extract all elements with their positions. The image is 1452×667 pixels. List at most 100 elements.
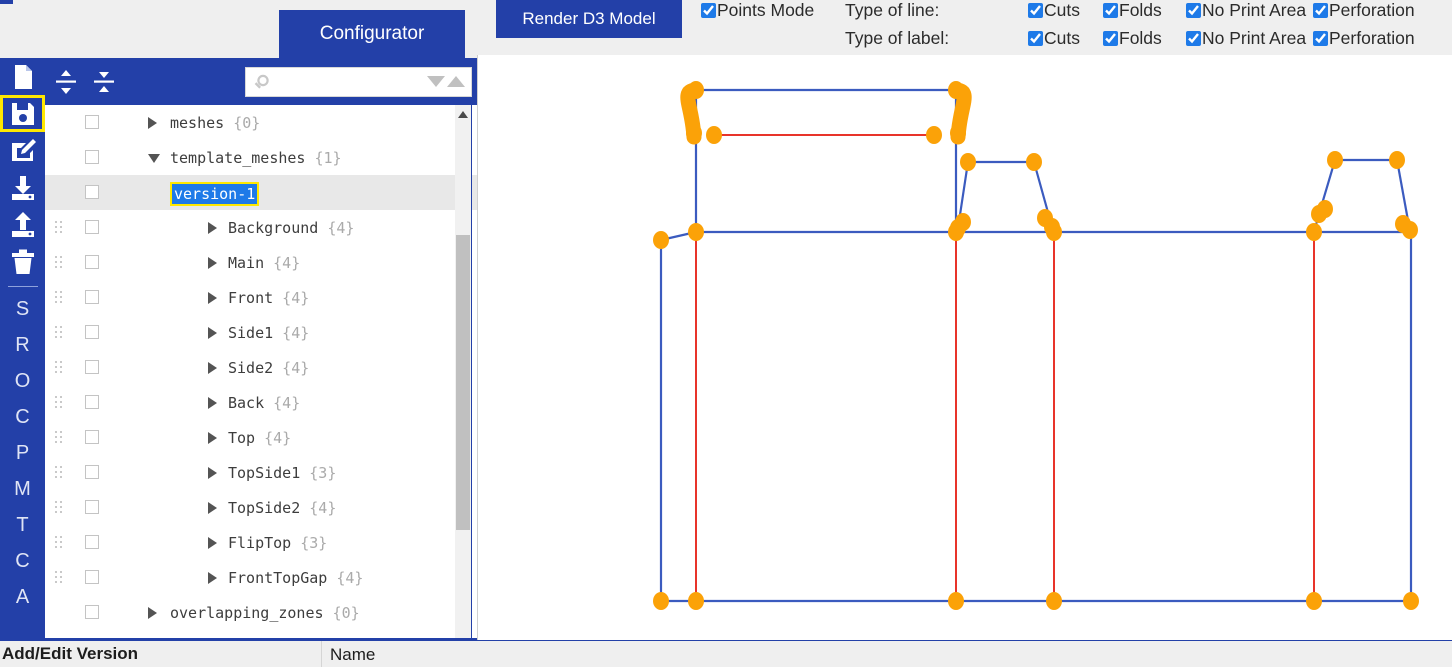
tree-node-label[interactable]: TopSide1 {3}: [228, 464, 336, 482]
line-no-print-area-row[interactable]: No Print Area: [1186, 0, 1306, 21]
drag-handle-icon[interactable]: [55, 256, 67, 270]
control-point[interactable]: [1306, 223, 1322, 241]
tree-row[interactable]: Side1 {4}: [45, 315, 477, 350]
caret-right-icon[interactable]: [208, 572, 217, 584]
node-visibility-checkbox[interactable]: [85, 395, 99, 409]
rail-letter-r-1[interactable]: R: [0, 327, 45, 363]
tree-row[interactable]: FrontTopGap {4}: [45, 560, 477, 595]
caret-right-icon[interactable]: [208, 362, 217, 374]
node-visibility-checkbox[interactable]: [85, 115, 99, 129]
tree-node-label[interactable]: Side2 {4}: [228, 359, 309, 377]
tree-row[interactable]: camera {5}: [45, 630, 477, 638]
tree-node-label[interactable]: Top {4}: [228, 429, 291, 447]
drag-handle-icon[interactable]: [55, 536, 67, 550]
drag-handle-icon[interactable]: [55, 466, 67, 480]
tree-row[interactable]: Background {4}: [45, 210, 477, 245]
drag-handle-icon[interactable]: [55, 361, 67, 375]
control-points-group[interactable]: [653, 81, 1419, 610]
tree-node-label[interactable]: template_meshes {1}: [170, 149, 342, 167]
line-perforation-checkbox[interactable]: [1313, 3, 1328, 18]
tree-row[interactable]: Top {4}: [45, 420, 477, 455]
label-folds-checkbox[interactable]: [1103, 31, 1118, 46]
node-visibility-checkbox[interactable]: [85, 185, 99, 199]
control-point[interactable]: [948, 81, 964, 99]
line-folds-checkbox[interactable]: [1103, 3, 1118, 18]
tree-scrollbar[interactable]: [455, 105, 472, 638]
tree-node-label[interactable]: FrontTopGap {4}: [228, 569, 363, 587]
expand-all-icon[interactable]: [50, 66, 82, 98]
node-visibility-checkbox[interactable]: [85, 430, 99, 444]
tree-node-label[interactable]: TopSide2 {4}: [228, 499, 336, 517]
line-cuts-checkbox[interactable]: [1028, 3, 1043, 18]
dieline-svg[interactable]: [478, 55, 1452, 640]
control-point[interactable]: [955, 213, 971, 231]
tree-node-label[interactable]: Background {4}: [228, 219, 354, 237]
node-visibility-checkbox[interactable]: [85, 605, 99, 619]
chevron-down-icon[interactable]: [427, 76, 445, 87]
label-no-print-area-row[interactable]: No Print Area: [1186, 28, 1306, 49]
control-point[interactable]: [653, 592, 669, 610]
label-perforation-row[interactable]: Perforation: [1313, 28, 1415, 49]
caret-right-icon[interactable]: [208, 292, 217, 304]
tree-node-label[interactable]: Main {4}: [228, 254, 300, 272]
control-point[interactable]: [1402, 221, 1418, 239]
tree-row[interactable]: Front {4}: [45, 280, 477, 315]
control-point[interactable]: [686, 124, 702, 142]
node-visibility-checkbox[interactable]: [85, 500, 99, 514]
drag-handle-icon[interactable]: [55, 501, 67, 515]
tree-row[interactable]: Back {4}: [45, 385, 477, 420]
tree-node-label[interactable]: Side1 {4}: [228, 324, 309, 342]
rail-letter-o-2[interactable]: O: [0, 363, 45, 399]
drag-handle-icon[interactable]: [55, 396, 67, 410]
chevron-up-icon[interactable]: [447, 76, 465, 87]
control-point[interactable]: [1327, 151, 1343, 169]
drag-handle-icon[interactable]: [55, 431, 67, 445]
control-point[interactable]: [1306, 592, 1322, 610]
tree-row[interactable]: TopSide1 {3}: [45, 455, 477, 490]
label-folds-row[interactable]: Folds: [1103, 28, 1162, 49]
line-perforation-row[interactable]: Perforation: [1313, 0, 1415, 21]
tree-row[interactable]: FlipTop {3}: [45, 525, 477, 560]
tree-row[interactable]: Main {4}: [45, 245, 477, 280]
control-point[interactable]: [926, 126, 942, 144]
caret-right-icon[interactable]: [208, 397, 217, 409]
control-point[interactable]: [948, 592, 964, 610]
upload-icon[interactable]: [0, 206, 45, 243]
caret-right-icon[interactable]: [208, 327, 217, 339]
caret-right-icon[interactable]: [148, 117, 157, 129]
download-icon[interactable]: [0, 169, 45, 206]
caret-right-icon[interactable]: [208, 432, 217, 444]
label-perforation-checkbox[interactable]: [1313, 31, 1328, 46]
tree-node-label[interactable]: version-1 {11}: [169, 181, 260, 206]
tree-row[interactable]: Side2 {4}: [45, 350, 477, 385]
drag-handle-icon[interactable]: [55, 291, 67, 305]
node-visibility-checkbox[interactable]: [85, 150, 99, 164]
node-visibility-checkbox[interactable]: [85, 465, 99, 479]
rail-letter-m-5[interactable]: M: [0, 471, 45, 507]
delete-icon[interactable]: [0, 243, 45, 280]
line-no-print-area-checkbox[interactable]: [1186, 3, 1201, 18]
control-point[interactable]: [706, 126, 722, 144]
rail-letter-t-6[interactable]: T: [0, 507, 45, 543]
control-point[interactable]: [1317, 200, 1333, 218]
node-visibility-checkbox[interactable]: [85, 325, 99, 339]
label-cuts-checkbox[interactable]: [1028, 31, 1043, 46]
collapse-all-icon[interactable]: [88, 66, 120, 98]
line-cuts-row[interactable]: Cuts: [1028, 0, 1080, 21]
tree-node-label[interactable]: FlipTop {3}: [228, 534, 327, 552]
rail-letter-s-0[interactable]: S: [0, 291, 45, 327]
caret-right-icon[interactable]: [208, 257, 217, 269]
rail-letter-c-3[interactable]: C: [0, 399, 45, 435]
scrollbar-thumb[interactable]: [456, 235, 470, 530]
tree-node-label[interactable]: Front {4}: [228, 289, 309, 307]
control-point[interactable]: [1046, 592, 1062, 610]
control-point[interactable]: [688, 81, 704, 99]
rail-letter-c-7[interactable]: C: [0, 543, 45, 579]
render-d3-model-button[interactable]: Render D3 Model: [496, 0, 682, 38]
tree-row[interactable]: TopSide2 {4}: [45, 490, 477, 525]
search-box[interactable]: [245, 67, 472, 97]
tree-row[interactable]: meshes {0}: [45, 105, 477, 140]
tree-row[interactable]: version-1 {11}: [45, 175, 477, 210]
mesh-tree[interactable]: meshes {0} template_meshes {1} version-1 {…: [45, 105, 477, 640]
scroll-up-icon[interactable]: [458, 111, 468, 118]
